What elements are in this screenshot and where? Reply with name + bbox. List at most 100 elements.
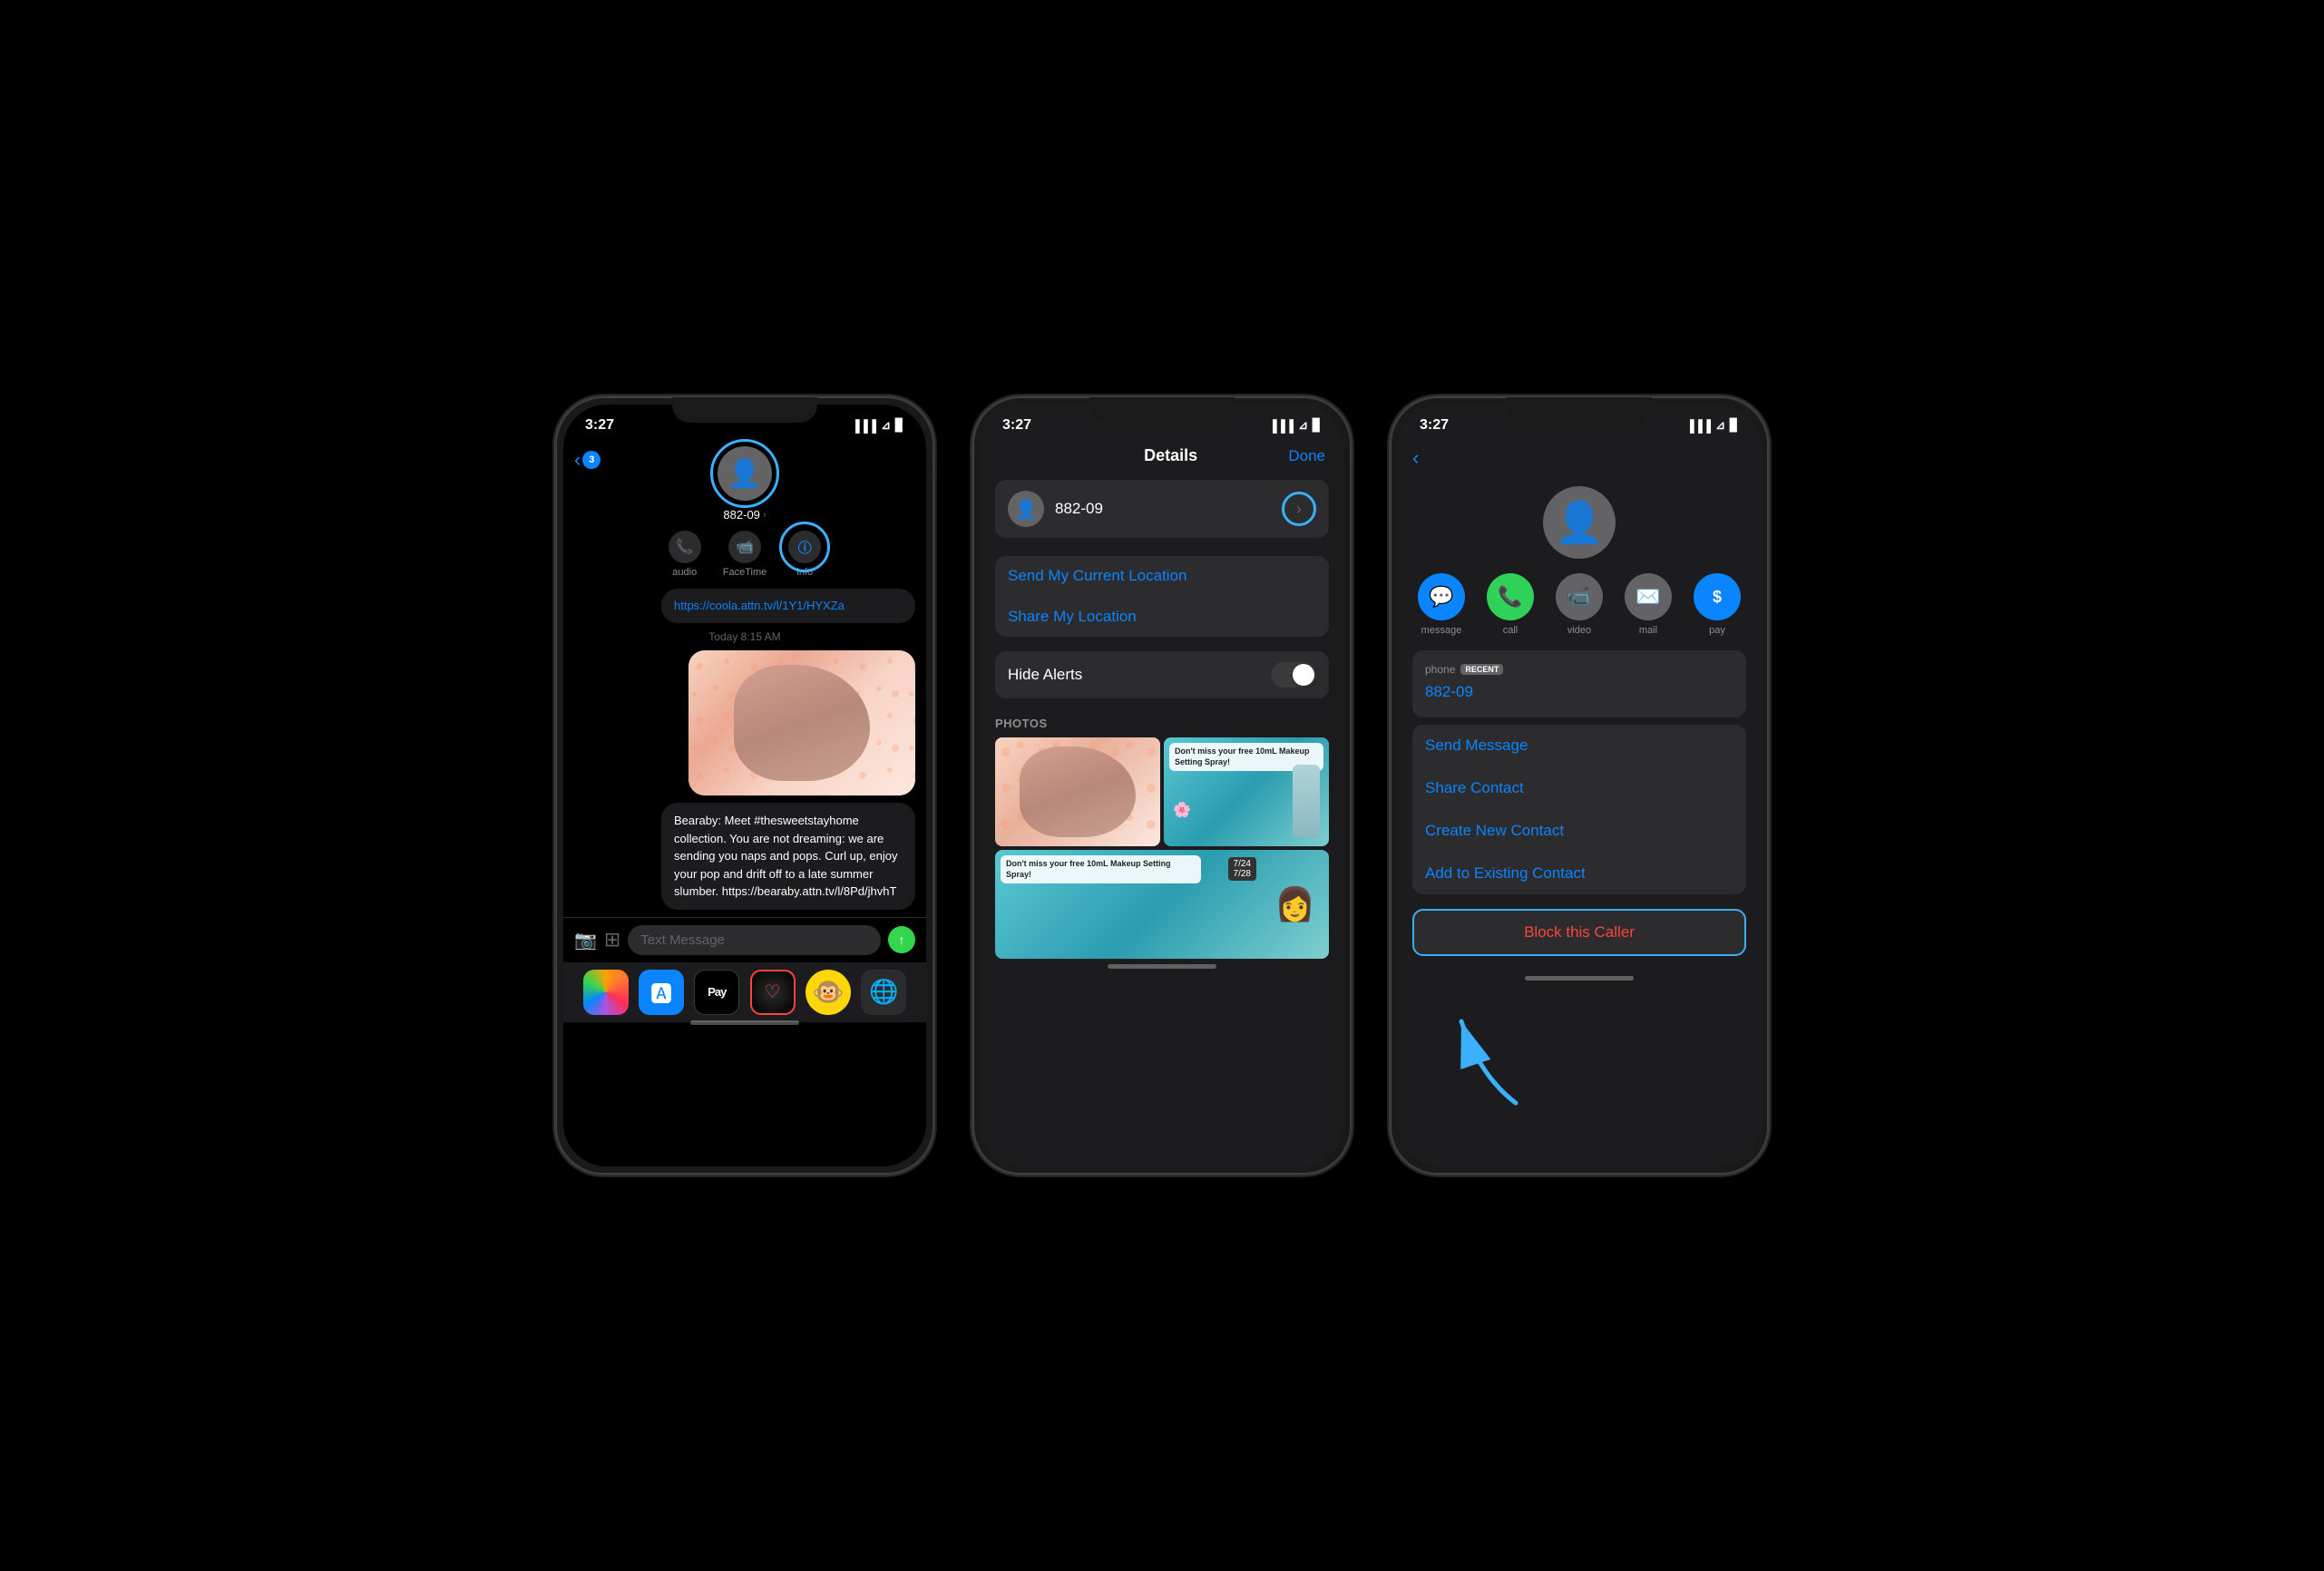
video-icon: 📹 <box>1567 585 1591 609</box>
phone-2: 3:27 ▐▐▐ ⊿ ▊ Details Done 👤 882-09 › <box>972 395 1352 1176</box>
details-contact-row[interactable]: 👤 882-09 › <box>995 480 1329 538</box>
person-icon: 👤 <box>727 458 761 490</box>
fitness-app-icon[interactable]: ♡ <box>750 970 796 1015</box>
contact-avatar-large: 👤 <box>1543 486 1616 559</box>
text-bubble: Bearaby: Meet #thesweetstayhome collecti… <box>661 803 915 910</box>
details-chevron-icon: › <box>1296 500 1302 519</box>
status-icons-3: ▐▐▐ ⊿ ▊ <box>1685 418 1739 433</box>
phone-notch-3 <box>1507 397 1652 423</box>
battery-icon-3: ▊ <box>1730 418 1739 433</box>
phone-number[interactable]: 882-09 <box>1425 679 1733 708</box>
call-action[interactable]: 📞 call <box>1483 573 1538 636</box>
add-to-contact-row[interactable]: Add to Existing Contact <box>1425 853 1733 894</box>
link-bubble: https://coola.attn.tv/l/1Y1/HYXZa <box>661 589 915 623</box>
status-time-2: 3:27 <box>1002 417 1031 434</box>
message-header: ‹ 3 👤 882-09 › 📞 <box>563 439 926 589</box>
add-to-contact-text: Add to Existing Contact <box>1425 864 1586 882</box>
battery-icon-2: ▊ <box>1313 418 1322 433</box>
message-text: Bearaby: Meet #thesweetstayhome collecti… <box>674 812 903 901</box>
share-location-button[interactable]: Share My Location <box>1008 597 1316 637</box>
block-arrow-svg <box>1425 1003 1552 1112</box>
hide-alerts-label: Hide Alerts <box>1008 666 1082 684</box>
contact-back-button[interactable]: ‹ <box>1412 446 1419 470</box>
signal-icon-1: ▐▐▐ <box>851 419 876 433</box>
appstore-app-icon[interactable]: 🅰 <box>639 970 684 1015</box>
pay-action-icon: $ <box>1694 573 1741 620</box>
details-header: Details Done <box>981 439 1343 480</box>
details-person-icon: 👤 <box>1015 498 1038 521</box>
contact-options: Send Message Share Contact Create New Co… <box>1412 725 1746 894</box>
contact-screen: 3:27 ▐▐▐ ⊿ ▊ ‹ 👤 💬 message <box>1398 405 1761 1166</box>
message-action[interactable]: 💬 message <box>1414 573 1469 636</box>
contact-name-label: 882-09 › <box>723 508 766 522</box>
send-message-row[interactable]: Send Message <box>1425 725 1733 767</box>
home-bar-2 <box>1108 964 1216 969</box>
call-action-icon: 📞 <box>1487 573 1534 620</box>
block-caller-button[interactable]: Block this Caller <box>1412 909 1746 956</box>
message-link[interactable]: https://coola.attn.tv/l/1Y1/HYXZa <box>674 599 845 612</box>
message-action-icon: 💬 <box>1418 573 1465 620</box>
home-bar-1 <box>690 1020 799 1025</box>
status-time-3: 3:27 <box>1420 417 1449 434</box>
photo-1[interactable] <box>995 737 1160 846</box>
contact-person-icon-large: 👤 <box>1555 499 1605 546</box>
video-action[interactable]: 📹 video <box>1552 573 1606 636</box>
pay-action[interactable]: $ pay <box>1690 573 1744 636</box>
wifi-icon-2: ⊿ <box>1298 418 1308 433</box>
home-indicator-3 <box>1398 971 1761 981</box>
memoji-app-icon[interactable]: 🐵 <box>806 970 851 1015</box>
back-button[interactable]: ‹ 3 <box>574 448 601 472</box>
apps-icon[interactable]: ⊞ <box>604 928 620 951</box>
world-app-icon[interactable]: 🌐 <box>861 970 906 1015</box>
message-icon: 💬 <box>1429 585 1453 609</box>
contact-avatar-section-3: 👤 <box>1398 477 1761 573</box>
chevron-down-icon: › <box>763 510 767 521</box>
audio-label: audio <box>672 567 697 578</box>
audio-icon: 📞 <box>669 531 701 563</box>
photo-3[interactable]: Don't miss your free 10mL Makeup Setting… <box>995 850 1329 959</box>
details-screen: 3:27 ▐▐▐ ⊿ ▊ Details Done 👤 882-09 › <box>981 405 1343 1166</box>
toggle-knob <box>1293 664 1314 686</box>
phone-notch-2 <box>1089 397 1235 423</box>
camera-icon[interactable]: 📷 <box>574 929 597 951</box>
hide-alerts-toggle[interactable] <box>1271 662 1316 688</box>
details-title: Details <box>1144 446 1197 465</box>
status-icons-2: ▐▐▐ ⊿ ▊ <box>1268 418 1322 433</box>
info-button[interactable]: ⓘ info <box>788 531 821 578</box>
send-location-button[interactable]: Send My Current Location <box>1008 556 1316 597</box>
contact-actions-row: 💬 message 📞 call 📹 video ✉️ ma <box>1398 573 1761 650</box>
contact-header: ‹ <box>1398 439 1761 477</box>
details-contact-avatar: 👤 <box>1008 491 1044 527</box>
wifi-icon-1: ⊿ <box>881 418 891 433</box>
recent-badge: RECENT <box>1460 664 1503 675</box>
contact-avatar[interactable]: 👤 <box>718 446 772 501</box>
home-indicator-2 <box>981 959 1343 970</box>
audio-button[interactable]: 📞 audio <box>669 531 701 578</box>
message-input-bar: 📷 ⊞ Text Message ↑ <box>563 917 926 962</box>
share-contact-text: Share Contact <box>1425 779 1524 796</box>
phone-notch-1 <box>672 397 817 423</box>
create-contact-row[interactable]: Create New Contact <box>1425 810 1733 853</box>
share-contact-row[interactable]: Share Contact <box>1425 767 1733 810</box>
send-icon: ↑ <box>899 932 905 947</box>
message-input[interactable]: Text Message <box>628 925 881 955</box>
photos-grid: Don't miss your free 10mL Makeup Setting… <box>995 737 1329 959</box>
home-bar-3 <box>1525 976 1634 981</box>
messages-screen: 3:27 ▐▐▐ ⊿ ▊ ‹ 3 👤 <box>563 405 926 1166</box>
photo-2[interactable]: Don't miss your free 10mL Makeup Setting… <box>1164 737 1329 846</box>
message-bubble-area: https://coola.attn.tv/l/1Y1/HYXZa Today … <box>563 589 926 917</box>
photos-app-icon[interactable] <box>583 970 629 1015</box>
phone-1: 3:27 ▐▐▐ ⊿ ▊ ‹ 3 👤 <box>554 395 935 1176</box>
mail-icon: ✉️ <box>1636 585 1660 609</box>
facetime-label: FaceTime <box>723 567 767 578</box>
home-indicator-1 <box>563 1022 926 1028</box>
contact-phone-section: phone RECENT 882-09 <box>1412 650 1746 717</box>
send-button[interactable]: ↑ <box>888 926 915 953</box>
video-action-label: video <box>1567 625 1591 636</box>
facetime-button[interactable]: 📹 FaceTime <box>723 531 767 578</box>
mail-action-icon: ✉️ <box>1625 573 1672 620</box>
create-contact-text: Create New Contact <box>1425 822 1564 839</box>
mail-action[interactable]: ✉️ mail <box>1621 573 1675 636</box>
done-button[interactable]: Done <box>1288 447 1325 465</box>
applepay-app-icon[interactable]: Pay <box>694 970 739 1015</box>
